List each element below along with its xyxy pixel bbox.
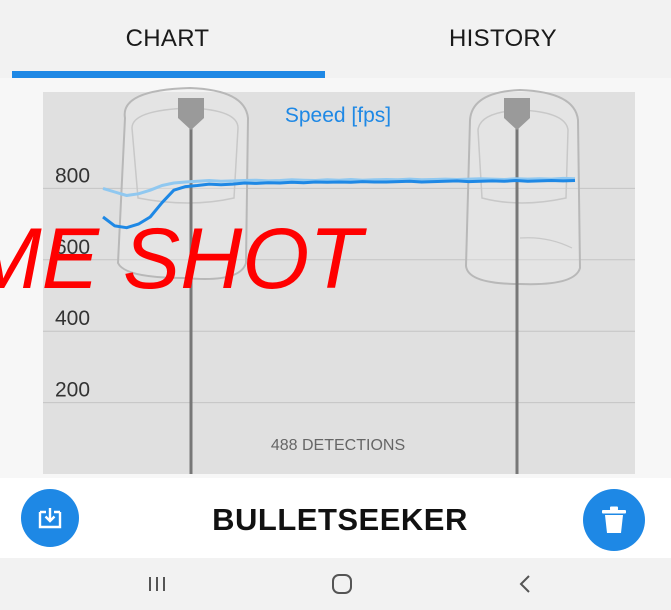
y-tick-label: 800 <box>55 164 90 187</box>
back-button[interactable] <box>495 566 555 602</box>
tab-chart[interactable]: CHART <box>0 0 335 78</box>
delete-button[interactable] <box>583 489 645 551</box>
trash-icon <box>602 506 626 533</box>
app-title: BULLETSEEKER <box>212 502 468 537</box>
watermark-text: ME SHOT <box>0 211 367 307</box>
back-chevron-icon <box>519 575 530 593</box>
chart-panel: 200 400 600 800 Speed [fps] 488 DETECTIONS … <box>0 78 671 490</box>
download-tray-icon <box>38 508 62 529</box>
speed-chart: 200400600800 Speed [fps] 488 DETECTIONS … <box>0 86 635 474</box>
detections-count: 488 DETECTIONS <box>271 437 405 454</box>
export-button[interactable] <box>21 489 79 547</box>
chart-title: Speed [fps] <box>285 104 391 127</box>
recent-apps-icon <box>149 577 165 591</box>
system-nav-bar <box>0 558 671 610</box>
home-button[interactable] <box>312 566 372 602</box>
home-icon <box>332 574 352 594</box>
y-tick-label: 200 <box>55 379 90 402</box>
tab-history[interactable]: HISTORY <box>335 0 671 78</box>
tab-bar: CHART HISTORY <box>0 0 671 78</box>
tab-selected-indicator <box>12 71 325 78</box>
y-tick-label: 400 <box>55 307 90 330</box>
recent-apps-button[interactable] <box>127 566 187 602</box>
